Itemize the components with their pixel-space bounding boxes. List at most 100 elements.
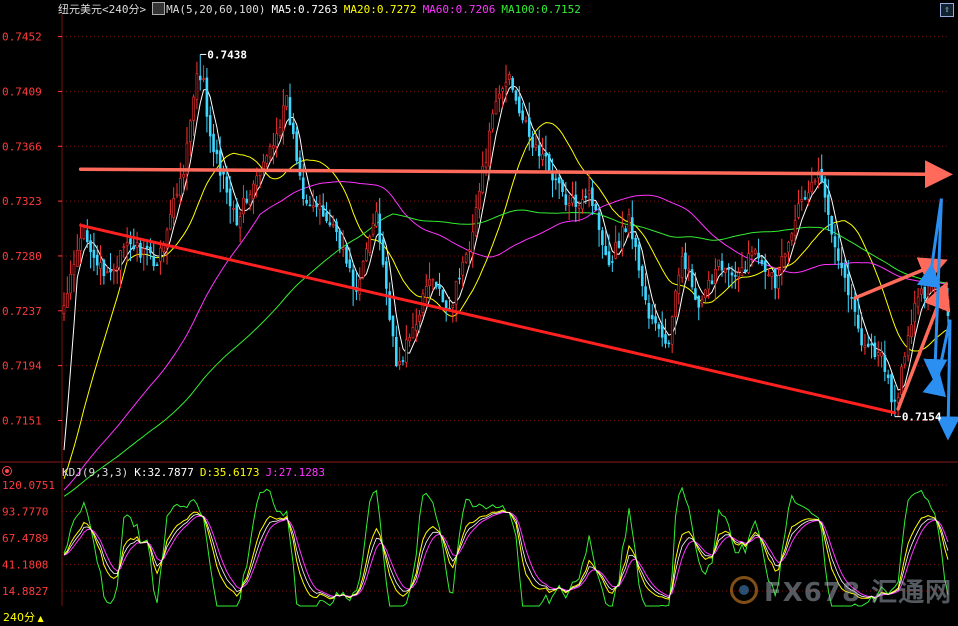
candle-body (62, 305, 66, 314)
candle-body (188, 120, 192, 143)
candle-body (318, 203, 322, 210)
kdj-j-value: J:27.1283 (265, 466, 326, 479)
kdj-params[interactable]: KDJ(9,3,3) (62, 466, 128, 480)
candle-body (827, 194, 830, 215)
ma20-line (63, 122, 949, 480)
candle-body (637, 244, 641, 271)
candle-body (763, 260, 767, 272)
candle-body (597, 212, 601, 230)
candle-body (684, 252, 687, 270)
candle-body (537, 145, 541, 157)
candle-body (734, 275, 737, 277)
candle-body (534, 144, 538, 149)
candle-body (441, 289, 445, 303)
candle-body (478, 191, 481, 210)
candle-body (132, 245, 136, 250)
candle-body (202, 78, 205, 80)
candle-body (704, 289, 707, 299)
candle-body (856, 314, 860, 329)
candle-body (498, 93, 501, 99)
candle-body (694, 288, 697, 300)
indicator-icon[interactable] (152, 2, 166, 15)
candle-body (630, 217, 634, 240)
candle-body (607, 251, 611, 266)
candle-body (385, 261, 388, 289)
watermark: FX678 汇通网 (730, 570, 952, 610)
candle-body (149, 246, 152, 254)
candle-body (617, 240, 621, 248)
price-annotation: 0.7438 (207, 48, 247, 61)
candle-body (272, 145, 275, 149)
candle-body (119, 250, 122, 271)
candle-body (122, 246, 126, 249)
candle-body (461, 261, 465, 276)
candle-body (740, 267, 744, 277)
candle-body (833, 236, 837, 248)
chart-canvas[interactable]: 0.7452 0.7409 0.7366 0.7323 0.7280 0.7237 0.71… (0, 0, 958, 625)
candle-body (474, 207, 478, 236)
candle-body (428, 279, 431, 286)
candle-body (69, 273, 72, 294)
candle-body (527, 117, 531, 137)
ma-params[interactable]: MA(5,20,60,100) (152, 2, 265, 18)
candle-body (192, 96, 195, 121)
candle-body (265, 155, 269, 164)
candle-body (601, 230, 604, 246)
candle-body (89, 240, 92, 253)
candle-body (381, 239, 385, 265)
candle-body (232, 207, 235, 210)
candle-body (358, 278, 362, 295)
candle-body (238, 216, 242, 229)
support-trendline (79, 223, 897, 415)
candle-body (198, 75, 202, 81)
candle-body (338, 230, 342, 249)
candle-body (900, 366, 903, 395)
candle-body (916, 296, 920, 308)
candle-body (301, 177, 305, 200)
candle-body (650, 314, 654, 320)
candle-body (484, 162, 488, 168)
indicator-settings-icon[interactable] (2, 466, 12, 476)
forecast-arrow (916, 198, 948, 384)
candle-body (245, 198, 249, 203)
candle-body (438, 284, 441, 289)
candle-body (783, 253, 787, 258)
candle-body (571, 197, 574, 204)
candle-body (930, 282, 933, 292)
candle-body (125, 242, 129, 247)
candle-body (574, 194, 578, 207)
candle-body (773, 268, 777, 289)
candle-body (677, 274, 681, 294)
candle-body (790, 233, 794, 241)
candle-body (866, 343, 870, 347)
candle-body (418, 314, 421, 322)
candle-body (787, 241, 790, 253)
candle-body (870, 343, 873, 346)
candle-body (278, 127, 282, 136)
candle-body (591, 187, 594, 206)
y-tick-label: 0.7237 (2, 305, 42, 318)
candle-body (235, 204, 239, 226)
candle-body (341, 247, 345, 250)
candle-body (853, 297, 857, 312)
candle-body (411, 327, 415, 339)
period-tab[interactable]: 240分 (0, 610, 47, 625)
y-tick-label: 0.7280 (2, 250, 42, 263)
candle-body (564, 194, 568, 205)
candle-body (308, 204, 312, 207)
chart-header: 纽元美元<240分> MA(5,20,60,100) MA5:0.7263 MA… (58, 2, 581, 18)
candle-body (906, 335, 910, 357)
resistance-trendline (78, 160, 953, 189)
candle-body (690, 269, 694, 288)
candle-body (521, 110, 524, 121)
candle-body (840, 262, 843, 269)
kdj-d-value: D:35.6173 (199, 466, 260, 479)
candle-body (464, 253, 468, 263)
candle-body (248, 194, 252, 205)
candle-body (720, 260, 724, 271)
candle-body (368, 236, 372, 253)
candle-body (155, 264, 159, 267)
candle-body (757, 252, 760, 259)
candle-body (169, 214, 172, 230)
expand-icon[interactable]: ⇧ (940, 3, 954, 17)
